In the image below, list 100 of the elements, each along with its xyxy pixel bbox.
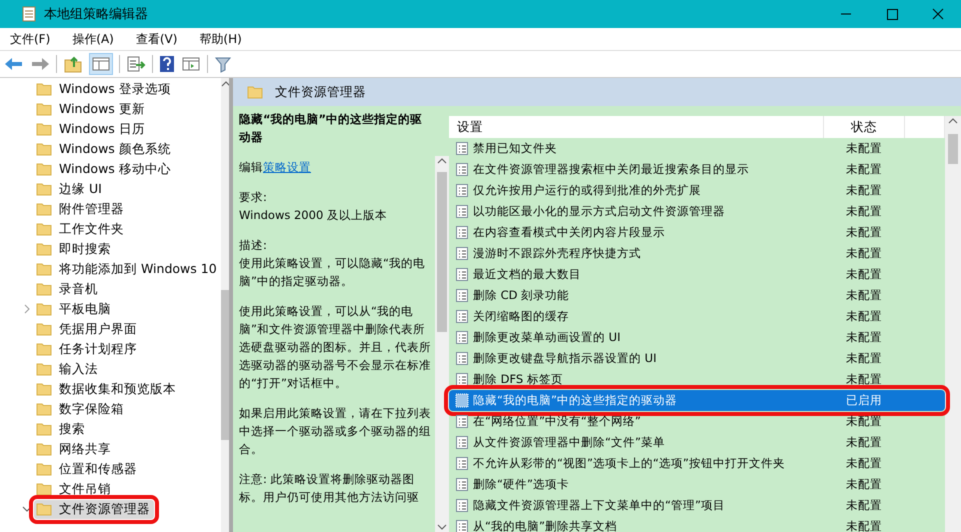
table-row[interactable]: 以功能区最小化的显示方式启动文件资源管理器 未配置: [449, 201, 945, 222]
setting-name[interactable]: 关闭缩略图的缓存: [473, 309, 569, 324]
tree-item[interactable]: Windows 更新: [34, 100, 149, 118]
menu-item[interactable]: 帮助(H): [193, 28, 248, 50]
tree-item[interactable]: Windows 移动中心: [34, 160, 175, 178]
tree-item[interactable]: 文件资源管理器: [34, 500, 154, 518]
table-row[interactable]: 最近文档的最大数目 未配置: [449, 264, 945, 285]
setting-name[interactable]: 不允许从彩带的“视图”选项卡上的“选项”按钮中打开文件夹: [473, 456, 785, 471]
setting-name[interactable]: 在文件资源管理器搜索框中关闭最近搜索条目的显示: [473, 162, 749, 177]
document-icon: [455, 141, 469, 156]
setting-name[interactable]: 从文件资源管理器中删除“文件”菜单: [473, 435, 665, 450]
document-icon: [455, 246, 469, 261]
tree-item[interactable]: 搜索: [34, 420, 89, 438]
folder-icon: [36, 502, 52, 516]
folder-icon: [36, 422, 52, 436]
setting-name[interactable]: 隐藏“我的电脑”中的这些指定的驱动器: [473, 393, 677, 408]
table-row[interactable]: 删除 CD 刻录功能 未配置: [449, 285, 945, 306]
table-row[interactable]: 删除更改键盘导航指示器设置的 UI 未配置: [449, 348, 945, 369]
setting-name[interactable]: 漫游时不跟踪外壳程序快捷方式: [473, 246, 641, 261]
table-row[interactable]: 从文件资源管理器中删除“文件”菜单 未配置: [449, 432, 945, 453]
setting-name[interactable]: 最近文档的最大数目: [473, 267, 581, 282]
tree-pane-icon[interactable]: [89, 53, 113, 75]
expanded-chevron-icon[interactable]: [22, 505, 32, 513]
column-header[interactable]: 状态: [824, 116, 905, 138]
document-icon: [455, 477, 469, 492]
help-icon[interactable]: [159, 55, 175, 73]
tree-item[interactable]: 附件管理器: [34, 200, 128, 218]
edit-label: 编辑: [239, 160, 263, 174]
tree-item[interactable]: Windows 登录选项: [34, 80, 175, 98]
table-row[interactable]: 漫游时不跟踪外壳程序快捷方式 未配置: [449, 243, 945, 264]
setting-name[interactable]: 删除更改菜单动画设置的 UI: [473, 330, 620, 345]
scrollbar-thumb[interactable]: [220, 290, 229, 440]
tree-item[interactable]: Windows 颜色系统: [34, 140, 175, 158]
menu-item[interactable]: 操作(A): [66, 28, 120, 50]
setting-name[interactable]: 仅允许按用户运行的或得到批准的外壳扩展: [473, 183, 701, 198]
filter-icon[interactable]: [214, 55, 232, 73]
tree-item[interactable]: 数字保险箱: [34, 400, 128, 418]
forward-arrow-icon[interactable]: [30, 56, 50, 72]
tree-item[interactable]: 工作文件夹: [34, 220, 128, 238]
setting-name[interactable]: 删除 DFS 标签页: [473, 372, 563, 387]
setting-name[interactable]: 删除更改键盘导航指示器设置的 UI: [473, 351, 656, 366]
table-row[interactable]: 禁用已知文件夹 未配置: [449, 138, 945, 159]
table-row[interactable]: 在“网络位置”中没有“整个网络” 未配置: [449, 411, 945, 432]
tree-item[interactable]: 边缘 UI: [34, 180, 106, 198]
table-row[interactable]: 删除 DFS 标签页 未配置: [449, 369, 945, 390]
tree-item[interactable]: 即时搜索: [34, 240, 115, 258]
scrollbar-thumb[interactable]: [948, 134, 958, 164]
setting-name[interactable]: 从“我的电脑”删除共享文档: [473, 519, 617, 532]
table-row[interactable]: 仅允许按用户运行的或得到批准的外壳扩展 未配置: [449, 180, 945, 201]
tree-item[interactable]: 输入法: [34, 360, 102, 378]
scrollbar[interactable]: [945, 116, 961, 532]
folder-up-icon[interactable]: [63, 55, 83, 73]
back-arrow-icon[interactable]: [4, 56, 24, 72]
setting-name[interactable]: 在内容查看模式中关闭内容片段显示: [473, 225, 665, 240]
table-row[interactable]: 隐藏文件资源管理器上下文菜单中的“管理”项目 未配置: [449, 495, 945, 516]
table-row[interactable]: 在文件资源管理器搜索框中关闭最近搜索条目的显示 未配置: [449, 159, 945, 180]
scroll-up-icon[interactable]: [948, 116, 958, 126]
setting-state: 未配置: [845, 414, 883, 429]
tree-item[interactable]: 将功能添加到 Windows 10: [34, 260, 221, 278]
setting-name[interactable]: 在“网络位置”中没有“整个网络”: [473, 414, 641, 429]
setting-name[interactable]: 禁用已知文件夹: [473, 141, 557, 156]
scroll-down-icon[interactable]: [437, 522, 447, 532]
tree-item[interactable]: 凭据用户界面: [34, 320, 141, 338]
setting-name[interactable]: 隐藏文件资源管理器上下文菜单中的“管理”项目: [473, 498, 725, 513]
menu-item[interactable]: 查看(V): [130, 28, 184, 50]
table-row[interactable]: 隐藏“我的电脑”中的这些指定的驱动器 已启用: [449, 390, 945, 411]
tree-item[interactable]: 数据收集和预览版本: [34, 380, 180, 398]
table-row[interactable]: 删除“硬件”选项卡 未配置: [449, 474, 945, 495]
setting-name[interactable]: 删除“硬件”选项卡: [473, 477, 569, 492]
table-row[interactable]: 删除更改菜单动画设置的 UI 未配置: [449, 327, 945, 348]
export-list-icon[interactable]: [126, 55, 146, 73]
table-row[interactable]: 在内容查看模式中关闭内容片段显示 未配置: [449, 222, 945, 243]
document-icon: [455, 225, 469, 240]
pane-header-title: 文件资源管理器: [275, 84, 366, 100]
scrollbar-thumb[interactable]: [437, 172, 447, 332]
tree-item[interactable]: 任务计划程序: [34, 340, 141, 358]
folder-icon: [36, 342, 52, 356]
folder-icon: [36, 142, 52, 156]
folder-icon: [36, 222, 52, 236]
collapsed-chevron-icon[interactable]: [23, 304, 31, 314]
setting-name[interactable]: 以功能区最小化的显示方式启动文件资源管理器: [473, 204, 725, 219]
properties-view-icon[interactable]: [181, 55, 201, 73]
setting-name[interactable]: 删除 CD 刻录功能: [473, 288, 570, 303]
menu-item[interactable]: 文件(F): [4, 28, 56, 50]
document-icon: [455, 267, 469, 282]
tree-item[interactable]: 网络共享: [34, 440, 115, 458]
table-row[interactable]: 关闭缩略图的缓存 未配置: [449, 306, 945, 327]
scrollbar[interactable]: [435, 156, 449, 532]
scroll-up-icon[interactable]: [437, 156, 447, 166]
column-header[interactable]: 设置: [449, 116, 824, 138]
tree-item[interactable]: 平板电脑: [34, 300, 115, 318]
table-row[interactable]: 不允许从彩带的“视图”选项卡上的“选项”按钮中打开文件夹 未配置: [449, 453, 945, 474]
tree-item[interactable]: Windows 日历: [34, 120, 149, 138]
policy-settings-link[interactable]: 策略设置: [263, 160, 311, 174]
tree-item[interactable]: 文件吊销: [34, 480, 115, 498]
table-row[interactable]: 从“我的电脑”删除共享文档 未配置: [449, 516, 945, 532]
folder-icon: [36, 102, 52, 116]
scrollbar[interactable]: [220, 78, 229, 532]
tree-item[interactable]: 位置和传感器: [34, 460, 141, 478]
tree-item[interactable]: 录音机: [34, 280, 102, 298]
